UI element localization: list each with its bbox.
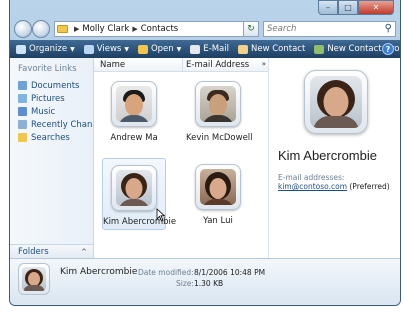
address-bar[interactable]: ▶ Molly Clark ▶ Contacts ▼ [54,21,258,37]
open-icon [137,44,148,54]
caption-buttons: – □ ✕ [318,0,394,15]
contact-photo-frame [195,164,241,210]
forward-button[interactable] [32,20,50,38]
music-icon [18,107,27,116]
nav-item-label: Searches [31,132,70,143]
chevron-down-icon: ▼ [124,45,129,53]
new-contact-icon [238,44,248,54]
folders-label: Folders [18,246,49,257]
details-contact-name: Kim Abercrombie [60,267,138,277]
date-modified-value: 8/1/2006 10:48 PM [194,268,266,277]
organize-button[interactable]: Organize ▼ [16,44,75,54]
column-name[interactable]: Name [100,60,125,70]
column-divider[interactable] [182,58,183,72]
chevron-right-icon: ▶ [74,25,80,33]
nav-item-recently-changed[interactable]: Recently Chan... [10,118,93,131]
columns-overflow-button[interactable]: » [262,60,266,68]
back-button[interactable] [14,20,32,38]
pictures-icon [18,94,27,103]
search-input[interactable] [264,22,374,36]
command-toolbar: Organize ▼ Views ▼ Open ▼ E-Mail New Con… [10,40,400,58]
breadcrumb-contacts[interactable]: Contacts [141,24,179,34]
preview-photo-frame [304,70,368,134]
folders-toggle[interactable]: Folders ^ [10,244,93,258]
new-contact-label: New Contact [251,44,306,54]
organize-label: Organize [29,44,68,54]
email-addresses-label: E-mail addresses: [278,173,345,182]
new-contact-button[interactable]: New Contact [238,44,305,54]
refresh-button[interactable]: ↻ [243,21,259,37]
email-label: E-Mail [203,44,229,54]
details-photo [22,267,46,291]
chevron-up-icon: ^ [81,247,87,256]
email-link[interactable]: kim@contoso.com [278,182,347,191]
views-button[interactable]: Views ▼ [83,44,129,54]
chevron-down-icon: ▼ [70,45,75,53]
recently-changed-icon [18,120,27,129]
organize-icon [16,44,26,54]
nav-item-label: Documents [31,80,80,91]
nav-item-music[interactable]: Music [10,105,93,118]
nav-item-documents[interactable]: Documents [10,79,93,92]
contact-photo [200,169,236,205]
chevron-down-icon: ▼ [176,45,182,53]
preview-email-line: kim@contoso.com (Preferred) [278,182,390,191]
minimize-button[interactable]: – [318,0,338,15]
date-modified-label: Date modified: [138,268,194,277]
folder-icon [57,25,68,33]
mouse-pointer-icon [156,208,166,222]
nav-item-label: Recently Chan... [31,119,93,130]
contact-tile-kevin-mcdowell[interactable]: Kevin McDowell [186,75,253,147]
open-button[interactable]: Open ▼ [137,44,182,54]
details-pane: Kim Abercrombie Date modified: 8/1/2006 … [10,258,400,305]
column-header: Name E-mail Address » [94,58,268,72]
documents-icon [18,81,27,90]
search-icon[interactable]: ⚲ [385,23,392,34]
contact-photo [116,170,152,206]
contact-photo-frame [111,81,157,127]
file-list: Name E-mail Address » Andrew Ma Kevin Mc… [94,58,268,258]
contact-photo-frame [111,165,157,211]
nav-item-searches[interactable]: Searches [10,131,93,144]
contact-photo [200,86,236,122]
details-photo-frame [18,263,50,295]
favorite-links-title: Favorite Links [18,64,77,74]
address-row: ▶ Molly Clark ▶ Contacts ▼ ↻ ⚲ [10,18,400,40]
contact-name: Kevin McDowell [186,133,253,143]
preferred-label: (Preferred) [347,182,390,191]
close-button[interactable]: ✕ [358,0,394,15]
contacts-window: – □ ✕ ▶ Molly Clark ▶ Contacts ▼ ↻ ⚲ Org… [9,0,401,306]
email-icon [190,44,201,54]
breadcrumb-molly-clark[interactable]: Molly Clark [82,24,129,34]
refresh-icon: ↻ [247,24,255,34]
email-button[interactable]: E-Mail [190,44,229,54]
search-box[interactable]: ⚲ [263,21,396,37]
size-value: 1.30 KB [194,279,224,288]
preview-contact-name: Kim Abercrombie [278,148,377,163]
explorer-body: Favorite Links Documents Pictures Music … [10,58,400,258]
contact-photo [116,86,152,122]
navigation-pane: Favorite Links Documents Pictures Music … [10,58,94,258]
preview-photo [310,76,362,128]
contact-photo-frame [195,81,241,127]
views-label: Views [96,44,122,54]
maximize-button[interactable]: □ [338,0,358,15]
contact-name: Yan Lui [203,216,233,226]
nav-item-label: Music [31,106,56,117]
contact-name: Andrew Ma [110,133,158,143]
nav-item-label: Pictures [31,93,65,104]
help-button[interactable]: ? [382,43,394,55]
preview-pane: Kim Abercrombie E-mail addresses: kim@co… [268,58,400,258]
chevron-right-icon: ▶ [132,25,138,33]
new-contact-group-icon [314,44,325,54]
column-email[interactable]: E-mail Address [186,60,249,70]
open-label: Open [150,44,174,54]
contact-tile-yan-lui[interactable]: Yan Lui [186,158,250,230]
searches-icon [18,133,27,142]
nav-item-pictures[interactable]: Pictures [10,92,93,105]
size-label: Size: [176,279,194,288]
contact-tile-andrew-ma[interactable]: Andrew Ma [102,75,166,147]
views-icon [83,44,94,54]
